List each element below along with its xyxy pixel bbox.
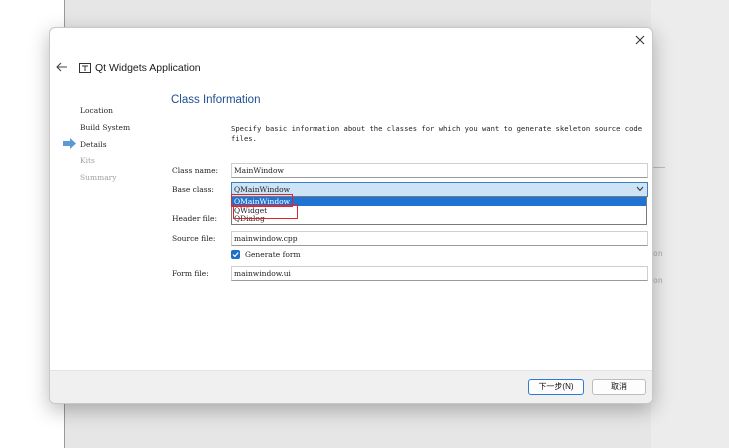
cancel-button[interactable]: 取消: [592, 379, 646, 395]
generate-form-label: Generate form: [245, 250, 301, 259]
base-class-dropdown-list: QMainWindow QWidget QDialog: [231, 196, 647, 225]
background-separator: [651, 167, 665, 168]
qt-widgets-icon: [79, 63, 91, 73]
current-step-arrow-icon: [63, 138, 76, 149]
background-text: on: [653, 276, 663, 285]
back-arrow-icon: [56, 62, 67, 72]
close-icon: [635, 35, 645, 45]
next-button[interactable]: 下一步(N): [528, 379, 584, 395]
dropdown-option-qdialog[interactable]: QDialog: [232, 214, 646, 223]
chevron-down-icon: [636, 186, 644, 192]
step-location: Location: [80, 106, 113, 115]
form-file-input[interactable]: mainwindow.ui: [231, 266, 648, 281]
wizard-title: Qt Widgets Application: [95, 62, 201, 74]
source-file-input[interactable]: mainwindow.cpp: [231, 231, 648, 246]
new-project-wizard-dialog: Qt Widgets Application Location Build Sy…: [49, 27, 653, 404]
page-description: Specify basic information about the clas…: [231, 124, 643, 143]
step-build-system: Build System: [80, 123, 131, 132]
form-file-label: Form file:: [172, 269, 209, 278]
back-button[interactable]: [54, 59, 70, 75]
base-class-combobox[interactable]: QMainWindow: [231, 182, 648, 197]
class-name-label: Class name:: [172, 166, 219, 175]
checkmark-icon: [232, 252, 239, 258]
background-window-right: [651, 0, 729, 448]
generate-form-checkbox[interactable]: [231, 250, 240, 259]
base-class-label: Base class:: [172, 185, 214, 194]
header-file-label: Header file:: [172, 214, 218, 223]
class-name-input[interactable]: MainWindow: [231, 163, 648, 178]
page-title: Class Information: [171, 94, 261, 106]
source-file-label: Source file:: [172, 234, 216, 243]
dropdown-option-qmainwindow[interactable]: QMainWindow: [232, 197, 646, 206]
step-summary: Summary: [80, 173, 117, 182]
dialog-footer: 下一步(N) 取消: [50, 370, 652, 403]
step-kits: Kits: [80, 156, 95, 165]
close-button[interactable]: [630, 30, 650, 50]
step-details: Details: [80, 140, 107, 149]
base-class-value: QMainWindow: [234, 185, 291, 194]
background-text: on: [653, 249, 663, 258]
